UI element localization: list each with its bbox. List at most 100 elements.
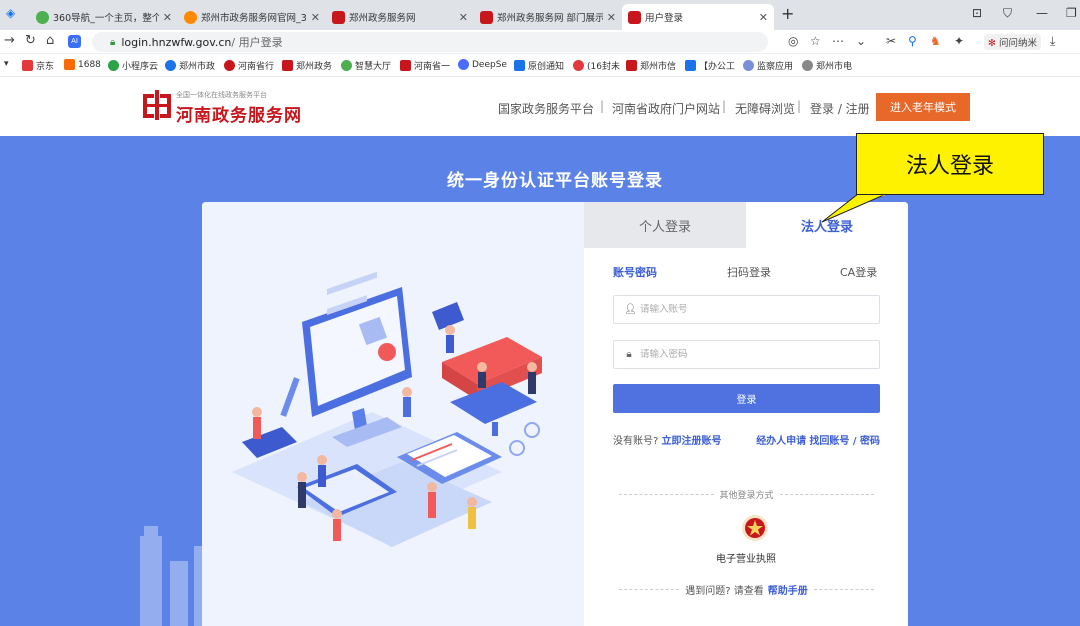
account-field[interactable]: 👤︎ (613, 295, 880, 324)
scissors-icon[interactable]: ✂ (886, 34, 896, 48)
nav-separator: | (797, 99, 802, 113)
bookmark-item[interactable]: 京东 (22, 59, 54, 72)
business-license-icon[interactable] (741, 514, 769, 542)
deepseek-icon (458, 59, 469, 70)
browser-tab-strip: ◈ 360导航_一个主页，整个世界 ✕ 郑州市政务服务网官网_360搜索 ✕ 郑… (0, 0, 1080, 30)
logo-icon (143, 90, 171, 120)
forward-icon[interactable]: → (4, 33, 15, 48)
password-field[interactable]: 🔒︎ (613, 340, 880, 369)
bookmark-item[interactable]: 郑州政务 (282, 59, 332, 72)
close-tab-icon[interactable]: ✕ (459, 11, 468, 24)
nav-login-register[interactable]: 登录 / 注册 (810, 100, 870, 117)
tab-ca-login[interactable]: CA登录 (840, 264, 877, 280)
close-tab-icon[interactable]: ✕ (759, 11, 768, 24)
browser-tab[interactable]: 360导航_一个主页，整个世界 ✕ (30, 4, 178, 30)
site-icon (224, 60, 235, 71)
bookmark-item[interactable]: DeepSe (458, 59, 507, 70)
divider-line (619, 494, 714, 495)
bookmark-item[interactable]: 河南省行 (224, 59, 274, 72)
agent-apply-link[interactable]: 经办人申请 (756, 436, 806, 447)
close-tab-icon[interactable]: ✕ (607, 11, 616, 24)
shirt-icon[interactable]: ⛉ (1003, 6, 1012, 21)
location-icon[interactable]: ◎ (788, 34, 798, 48)
bookmarks-menu-icon[interactable]: ▾ (4, 59, 9, 69)
minimize-icon[interactable]: — (1036, 6, 1048, 20)
bookmark-item[interactable]: 原创通知 (514, 59, 564, 72)
more-icon[interactable]: ⋯ (832, 34, 844, 48)
bookmark-item[interactable]: 郑州市政 (165, 59, 215, 72)
extensions-icon[interactable]: ✦ (954, 34, 964, 48)
bookmark-item[interactable]: (16封未 (573, 59, 620, 72)
recover-account-link[interactable]: 找回账号 / 密码 (809, 436, 880, 447)
1688-icon (64, 59, 75, 70)
other-methods-divider: 其他登录方式 (613, 488, 880, 501)
site-icon (341, 60, 352, 71)
bookmark-label: 郑州市电 (816, 62, 853, 72)
360-favicon-icon (36, 10, 49, 24)
browser-tab[interactable]: 郑州政务服务网 部门展示 ✕ (474, 4, 622, 30)
user-icon: 👤︎ (624, 304, 637, 315)
gov-icon (400, 60, 411, 71)
star-icon[interactable]: ☆ (810, 34, 821, 48)
new-tab-button[interactable]: + (781, 4, 794, 23)
download-icon[interactable]: ⤓ (1050, 34, 1055, 49)
no-account-text: 没有账号? (613, 436, 659, 447)
browser-shield-icon[interactable]: ◈ (6, 6, 15, 20)
bookmark-item[interactable]: 郑州市信 (626, 59, 676, 72)
bookmark-label: 1688 (78, 59, 101, 70)
annotation-callout: 法人登录 (856, 133, 1044, 195)
browser-tab-active[interactable]: 用户登录 ✕ (622, 4, 774, 30)
bookmark-item[interactable]: 河南省一 (400, 59, 450, 72)
site-icon (685, 60, 696, 71)
site-logo[interactable]: 全国一体化在线政务服务平台 河南政务服务网 (143, 88, 301, 126)
bookmark-item[interactable]: 智慧大厅 (341, 59, 391, 72)
restore-icon[interactable]: ❐ (1066, 6, 1077, 20)
tab-list-icon[interactable]: ⊡ (972, 6, 982, 20)
login-button[interactable]: 登录 (613, 384, 880, 413)
tab-account-password[interactable]: 账号密码 (613, 264, 657, 280)
tab-title: 360导航_一个主页，整个世界 (53, 13, 159, 24)
close-tab-icon[interactable]: ✕ (311, 11, 320, 24)
reload-icon[interactable]: ↻ (25, 33, 36, 48)
home-icon[interactable]: ⌂ (46, 33, 54, 48)
tab-qrcode-login[interactable]: 扫码登录 (727, 264, 771, 280)
register-link[interactable]: 立即注册账号 (662, 436, 722, 447)
bookmark-label: 原创通知 (528, 62, 565, 72)
search-icon[interactable]: ⚲ (908, 34, 917, 48)
password-input[interactable] (640, 349, 860, 360)
browser-tab[interactable]: 郑州政务服务网 ✕ (326, 4, 474, 30)
nav-accessible[interactable]: 无障碍浏览 (735, 100, 795, 117)
bookmark-item[interactable]: 小程序云 (108, 59, 158, 72)
nav-henan-portal[interactable]: 河南省政府门户网站 (612, 100, 720, 117)
license-label[interactable]: 电子营业执照 (716, 550, 776, 565)
lock-icon: 🔒︎ (110, 36, 116, 48)
account-links-row: 没有账号? 立即注册账号 经办人申请 找回账号 / 密码 (613, 432, 880, 447)
bookmark-item[interactable]: 郑州市电 (802, 59, 852, 72)
close-tab-icon[interactable]: ✕ (163, 11, 172, 24)
bookmark-label: 智慧大厅 (355, 62, 392, 72)
bookmark-label: 郑州市信 (640, 62, 677, 72)
url-input[interactable]: 🔒︎ login.hnzwfw.gov.cn / 用户登录 (92, 32, 768, 52)
nav-national-platform[interactable]: 国家政务服务平台 (498, 100, 594, 117)
tab-personal-login[interactable]: 个人登录 (584, 202, 746, 248)
search-favicon-icon (184, 10, 197, 24)
gov-favicon-icon (628, 10, 641, 24)
url-host: login.hnzwfw.gov.cn (121, 35, 232, 49)
ai-icon[interactable]: AI (68, 35, 81, 48)
help-manual-link[interactable]: 帮助手册 (768, 582, 808, 597)
nav-separator: | (600, 99, 605, 113)
lock-icon: 🔒︎ (626, 349, 632, 360)
browser-tab[interactable]: 郑州市政务服务网官网_360搜索 ✕ (178, 4, 326, 30)
account-input[interactable] (640, 304, 860, 315)
bookmark-item[interactable]: 监察应用 (743, 59, 793, 72)
elder-mode-button[interactable]: 进入老年模式 (876, 93, 970, 121)
bookmark-label: 【办公工 (699, 62, 736, 72)
chevron-down-icon[interactable]: ⌄ (856, 34, 866, 48)
login-panel: 个人登录 法人登录 账号密码 扫码登录 CA登录 👤︎ 🔒︎ 登录 没有账号? … (584, 202, 908, 626)
game-icon[interactable]: ♞ (930, 34, 941, 48)
nav-separator: | (722, 99, 727, 113)
assistant-button[interactable]: ✻ 问问纳米 (984, 34, 1042, 50)
bookmark-item[interactable]: 【办公工 (685, 59, 735, 72)
bookmark-item[interactable]: 1688 (64, 59, 101, 70)
bookmark-label: 河南省一 (414, 62, 451, 72)
